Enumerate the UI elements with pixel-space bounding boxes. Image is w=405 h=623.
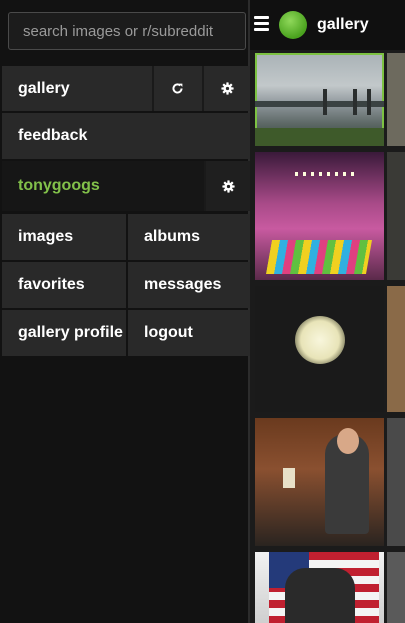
search-input[interactable]	[8, 12, 246, 50]
people-shape	[285, 568, 355, 623]
menu-row: gallery profile logout	[2, 310, 250, 356]
thumbnail-partial[interactable]	[387, 418, 405, 546]
drawer-item-user[interactable]: tonygoogs	[2, 161, 250, 211]
top-bar: gallery	[250, 0, 405, 50]
menu-item-images[interactable]: images	[2, 214, 126, 260]
menu-row: images albums	[2, 214, 250, 260]
thumbnail-flag-group[interactable]	[255, 552, 384, 623]
cup-shape	[283, 468, 295, 488]
menu-item-label: albums	[144, 228, 201, 245]
hamburger-icon[interactable]	[254, 16, 269, 32]
drawer-item-label: gallery	[18, 79, 70, 97]
thumbnail-partial[interactable]	[387, 552, 405, 623]
thumbnail-lamp[interactable]	[255, 286, 384, 412]
logo-icon[interactable]	[279, 11, 307, 39]
thumbnail-partial[interactable]	[387, 152, 405, 280]
drawer-item-feedback[interactable]: feedback	[2, 113, 250, 159]
menu-row: favorites messages	[2, 262, 250, 308]
menu-item-logout[interactable]: logout	[128, 310, 250, 356]
menu-item-favorites[interactable]: favorites	[2, 262, 126, 308]
thumbnail-person[interactable]	[255, 418, 384, 546]
username-label: tonygoogs	[18, 177, 100, 194]
menu-item-label: gallery profile	[18, 324, 123, 341]
drawer-item-label: feedback	[18, 127, 88, 144]
menu-item-label: logout	[144, 324, 193, 341]
side-drawer: gallery feedback tonygoogs	[0, 0, 250, 623]
thumbnail-partial[interactable]	[387, 286, 405, 412]
menu-item-label: messages	[144, 276, 222, 293]
rug-shape	[266, 240, 372, 274]
gear-icon	[220, 82, 234, 95]
face-shape	[337, 428, 359, 454]
user-settings-button[interactable]	[204, 161, 250, 211]
pier-post	[353, 89, 357, 115]
brand-title[interactable]: gallery	[317, 16, 369, 34]
gallery-settings-button[interactable]	[202, 66, 250, 111]
bush-shape	[255, 128, 384, 146]
thumbnail-bedroom[interactable]	[255, 152, 384, 280]
drawer-item-gallery[interactable]: gallery	[2, 66, 250, 111]
pier-post	[367, 89, 371, 115]
menu-item-gallery-profile[interactable]: gallery profile	[2, 310, 126, 356]
lamp-shape	[295, 316, 345, 364]
pier-post	[323, 89, 327, 115]
menu-item-label: favorites	[18, 276, 85, 293]
gear-icon	[221, 179, 235, 193]
pier-shape	[255, 101, 384, 107]
menu-item-albums[interactable]: albums	[128, 214, 250, 260]
thumbnail-partial[interactable]	[387, 53, 405, 146]
menu-item-label: images	[18, 228, 74, 245]
refresh-icon	[171, 83, 183, 94]
thumbnail-pier[interactable]	[255, 53, 384, 146]
refresh-button[interactable]	[152, 66, 200, 111]
string-lights	[295, 172, 355, 176]
menu-item-messages[interactable]: messages	[128, 262, 250, 308]
